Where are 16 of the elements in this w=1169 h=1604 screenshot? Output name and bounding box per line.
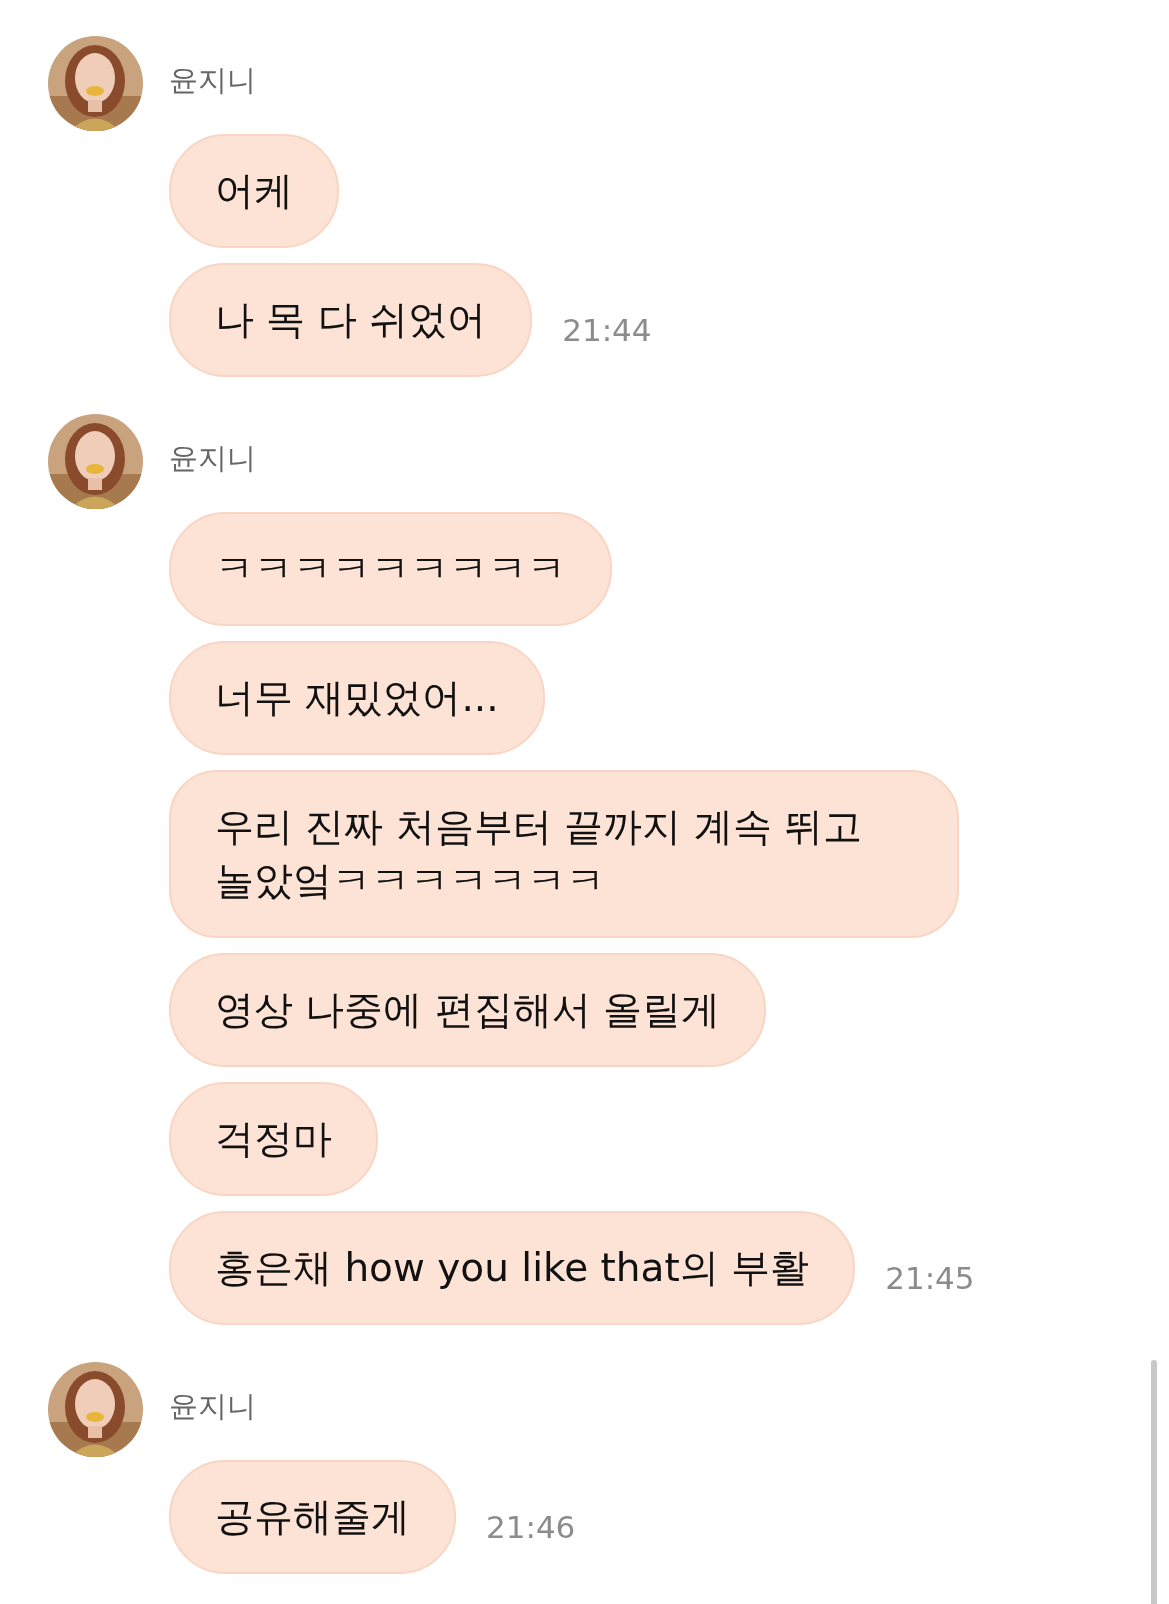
message-bubble: 너무 재밌었어... <box>169 641 545 755</box>
scrollbar[interactable] <box>1151 1360 1157 1604</box>
sender-name: 윤지니 <box>169 61 256 99</box>
sender-name: 윤지니 <box>169 439 256 477</box>
message-time: 21:44 <box>562 310 652 350</box>
message-time: 21:45 <box>885 1258 975 1298</box>
message-bubble: 걱정마 <box>169 1082 378 1196</box>
message-bubble: 홍은채 how you like that의 부활 <box>169 1211 856 1325</box>
message-bubble: ㅋㅋㅋㅋㅋㅋㅋㅋㅋ <box>169 512 612 626</box>
message-bubble: 영상 나중에 편집해서 올릴게 <box>169 953 767 1067</box>
message-bubble: 나 목 다 쉬었어 <box>169 263 533 377</box>
sender-name: 윤지니 <box>169 1387 256 1425</box>
message-bubble: 우리 진짜 처음부터 끝까지 계속 뛰고 놀았엌ㅋㅋㅋㅋㅋㅋㅋ <box>169 770 959 938</box>
message-bubble: 공유해줄게 <box>169 1460 456 1574</box>
message-time: 21:46 <box>486 1507 576 1547</box>
message-bubble: 어케 <box>169 134 339 248</box>
